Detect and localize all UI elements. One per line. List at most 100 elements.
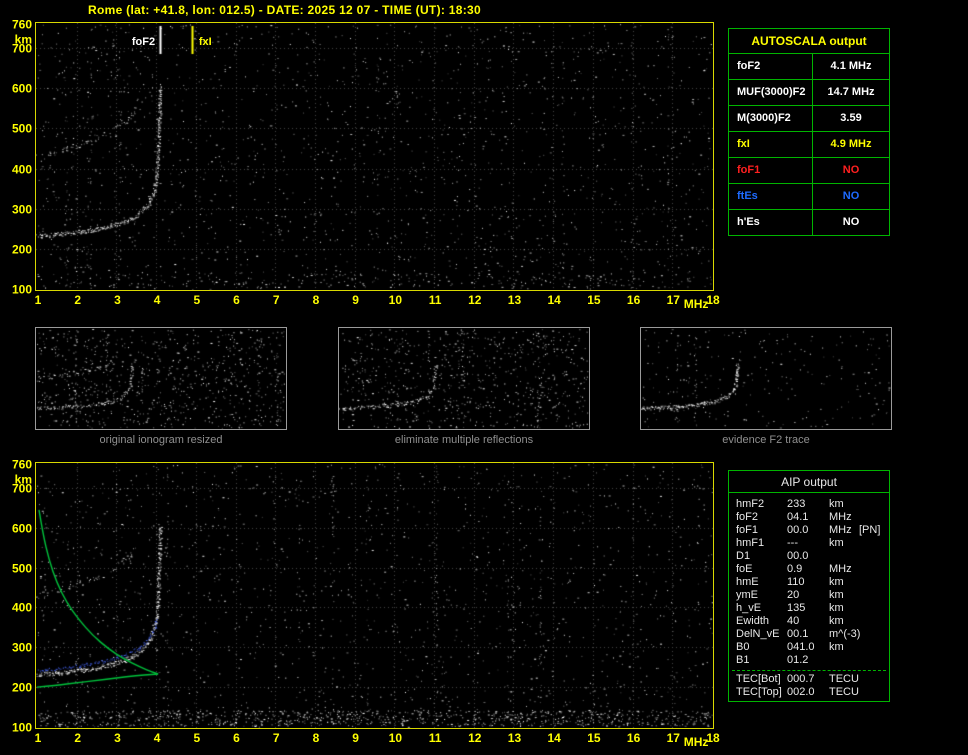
aip-row: foF1 00.0 MHz [PN] xyxy=(729,524,889,537)
x-tick-label: 9 xyxy=(352,293,359,307)
marker-label-foF2: foF2 xyxy=(131,36,156,48)
y-tick-label: 760 xyxy=(11,17,32,32)
autoscala-row: fxI 4.9 MHz xyxy=(729,132,889,158)
aip-row-value: 04.1 xyxy=(787,511,809,523)
autoscala-row-label: ftEs xyxy=(729,184,813,209)
panel-evidence-f2-canvas xyxy=(641,328,891,429)
autoscala-table-title: AUTOSCALA output xyxy=(729,29,889,54)
x-tick-label: 13 xyxy=(507,293,522,307)
aip-row-extra xyxy=(859,576,889,589)
autoscala-row-label: fxI xyxy=(729,132,813,157)
aip-row-label: hmF2 xyxy=(736,498,765,510)
aip-row-label: TEC[Top] xyxy=(736,686,782,698)
aip-row-unit: MHz xyxy=(829,511,852,523)
y-tick-label: 200 xyxy=(11,242,32,257)
aip-row: B0 041.0 km xyxy=(729,641,889,654)
aip-row: DelN_vE 00.1 m^(-3) xyxy=(729,628,889,641)
aip-row-label: D1 xyxy=(736,550,751,562)
y-tick-label: 300 xyxy=(11,202,32,217)
aip-row-extra xyxy=(859,628,889,641)
autoscala-row-value: NO xyxy=(842,164,860,176)
aip-row-unit: km xyxy=(829,602,844,614)
x-tick-label: 17 xyxy=(666,731,680,745)
x-tick-label: 14 xyxy=(547,293,561,307)
autoscala-row: h'Es NO xyxy=(729,210,889,235)
aip-table-body: hmF2 233 km foF2 04.1 MHz foF1 00.0 MHz [PN] hmF1 -… xyxy=(729,493,889,699)
autoscala-row-value: 3.59 xyxy=(840,112,862,124)
aip-row: TEC[Bot] 000.7 TECU xyxy=(729,673,889,686)
aip-row-unit: km xyxy=(829,641,844,653)
y-tick-label: 600 xyxy=(11,521,32,536)
aip-row-extra xyxy=(859,563,889,576)
aip-row: h_vE 135 km xyxy=(729,602,889,615)
x-tick-label: 13 xyxy=(507,731,522,745)
marker-label-fxI: fxI xyxy=(198,36,212,48)
aip-row-unit xyxy=(829,654,859,667)
x-tick-label: 5 xyxy=(193,293,201,307)
aip-row-label: TEC[Bot] xyxy=(736,673,781,685)
panel-evidence-f2-trace xyxy=(640,327,892,430)
autoscala-row: foF2 4.1 MHz xyxy=(729,54,889,80)
station-title: Rome (lat: +41.8, lon: 012.5) - DATE: 20… xyxy=(88,3,481,17)
aip-row-extra xyxy=(859,673,889,686)
autoscala-row-label: h'Es xyxy=(729,210,813,235)
aip-row-label: foE xyxy=(736,563,753,575)
autoscala-row-label: foF1 xyxy=(729,158,813,183)
autoscala-output-table: AUTOSCALA output foF2 4.1 MHz MUF(3000)F2 1… xyxy=(728,28,890,236)
y-tick-label: 300 xyxy=(11,640,32,655)
aip-row-unit: km xyxy=(829,537,844,549)
y-tick-label: 760 xyxy=(11,457,32,472)
aip-row-unit: MHz xyxy=(829,563,852,575)
aip-row-extra: [PN] xyxy=(859,524,881,536)
aip-row-label: foF2 xyxy=(736,511,759,523)
aip-row-value: 110 xyxy=(787,576,805,588)
aip-row: hmF2 233 km xyxy=(729,498,889,511)
aip-row-value: 002.0 xyxy=(787,686,815,698)
aip-row-label: h_vE xyxy=(736,602,762,614)
autoscala-row: MUF(3000)F2 14.7 MHz xyxy=(729,80,889,106)
aip-row-value: 041.0 xyxy=(787,641,815,653)
aip-row-extra xyxy=(859,654,889,667)
aip-row-unit: TECU xyxy=(829,673,859,685)
aip-row-label: DelN_vE xyxy=(736,628,780,640)
x-tick-label: 3 xyxy=(114,731,121,745)
autoscala-row-value: NO xyxy=(842,216,860,228)
aip-row-unit: MHz xyxy=(829,524,852,536)
panel-caption-original: original ionogram resized xyxy=(99,434,223,446)
aip-row-extra xyxy=(859,686,889,699)
x-tick-label: 15 xyxy=(587,293,601,307)
aip-row-extra xyxy=(859,550,889,563)
aip-row-extra xyxy=(859,498,889,511)
aip-row-value: 00.1 xyxy=(787,628,809,640)
x-tick-label: 8 xyxy=(312,293,320,307)
x-tick-label: 11 xyxy=(428,731,442,745)
x-tick-label: 2 xyxy=(74,293,82,307)
main-ionogram-plot: foF2 fxI 100 200 300 400 500 600 700 760 km 1 2 3 4 5 6 7… xyxy=(12,19,720,311)
autoscala-table-body: foF2 4.1 MHz MUF(3000)F2 14.7 MHz M(3000)F2 3… xyxy=(729,54,889,235)
aip-row-value: 0.9 xyxy=(787,563,803,575)
x-tick-label: 10 xyxy=(388,731,403,745)
aip-row: foE 0.9 MHz xyxy=(729,563,889,576)
aip-row: ymE 20 km xyxy=(729,589,889,602)
x-tick-label: 6 xyxy=(233,731,240,745)
x-tick-label: 5 xyxy=(193,731,201,745)
aip-row-label: hmE xyxy=(736,576,759,588)
aip-output-table: AIP output hmF2 233 km foF2 04.1 MHz foF1 00.0 M… xyxy=(728,470,890,702)
aip-row-value: 00.0 xyxy=(787,524,809,536)
x-tick-label: 12 xyxy=(468,731,482,745)
aip-row: hmE 110 km xyxy=(729,576,889,589)
x-tick-label: 4 xyxy=(153,731,161,745)
autoscala-row: M(3000)F2 3.59 xyxy=(729,106,889,132)
aip-row-value: --- xyxy=(787,537,798,549)
autoscala-row-label: MUF(3000)F2 xyxy=(729,80,813,105)
aip-row-label: Ewidth xyxy=(736,615,770,627)
x-tick-label: 15 xyxy=(587,731,601,745)
x-tick-label: 6 xyxy=(233,293,240,307)
aip-row-unit: km xyxy=(829,498,844,510)
aip-row-unit: m^(-3) xyxy=(829,628,861,640)
aip-row-value: 135 xyxy=(787,602,806,614)
y-tick-label: 400 xyxy=(11,162,32,177)
autoscala-row-value: NO xyxy=(842,190,860,202)
panel-eliminate-multiples-canvas xyxy=(339,328,589,429)
x-tick-label: 14 xyxy=(547,731,561,745)
